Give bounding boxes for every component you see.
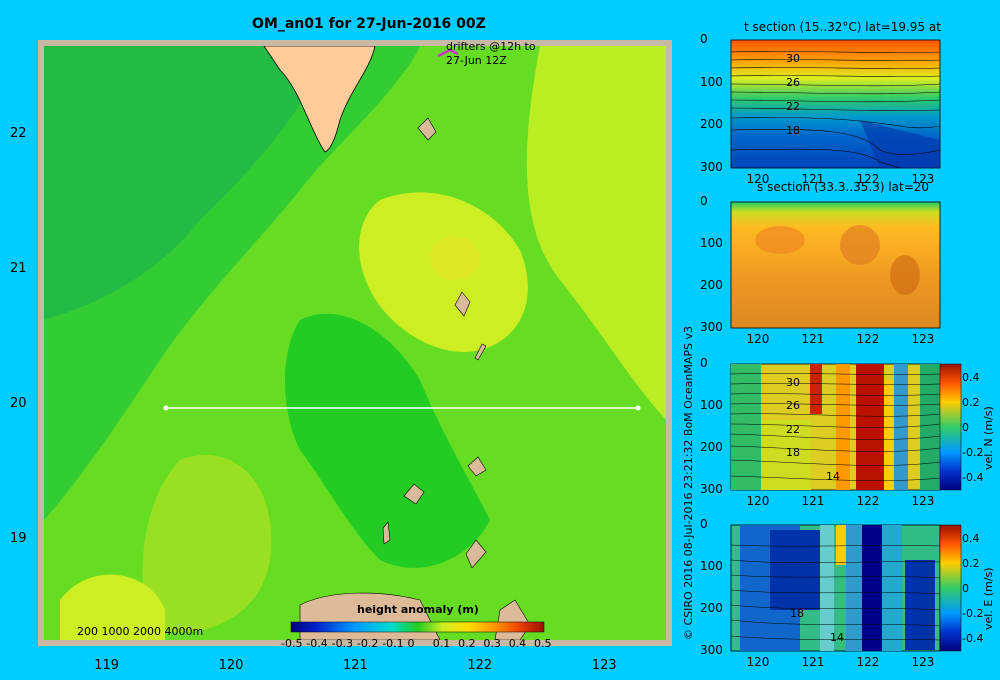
contour-label: 18 [790,607,804,621]
cbar-tick-label: 0.4 [962,531,980,545]
depth-tick-label: 100 [700,398,723,412]
contour-label: 26 [786,76,800,89]
cbar-tick-label: 0 [962,582,969,595]
panel-lon-tick-label: 123 [911,494,935,508]
panel-lon-tick-label: 121 [801,172,825,186]
cbar-tick-label: 0 [962,421,969,434]
vel-n-plot [730,363,962,491]
vel-e-plot [730,524,962,652]
panel-lon-tick-label: 123 [911,655,935,669]
depth-tick-label: 0 [700,356,708,370]
panel-lon-tick-label: 120 [746,332,770,346]
section-panels [730,39,962,652]
depth-tick-label: 0 [700,32,708,46]
t-section-title: t section (15..32°C) lat=19.95 at [744,20,941,34]
cbar-tick-label: -0.2 [962,446,984,460]
cbar-tick-label: 0.2 [962,395,980,409]
depth-tick-label: 200 [700,278,723,292]
panel-lon-tick-label: 120 [746,172,770,186]
contour-label: 18 [786,446,800,460]
vel-n-colorbar [939,363,962,491]
contour-label: 30 [786,52,800,65]
contour-label: 22 [786,100,800,113]
cbar-tick-label: 0.4 [962,370,980,384]
vel-e-colorbar [939,524,962,652]
depth-tick-label: 300 [700,482,723,496]
cbar-tick-label: -0.2 [962,607,984,621]
cbar-tick-label: -0.4 [962,632,984,646]
s-section-plot [730,201,941,329]
cbar-tick-label: -0.4 [962,471,984,485]
contour-label: 18 [786,124,800,137]
depth-tick-label: 0 [700,194,708,208]
panel-lon-tick-label: 121 [801,655,825,669]
depth-tick-label: 100 [700,236,723,250]
panel-lon-tick-label: 123 [911,172,935,186]
panel-lon-tick-label: 121 [801,332,825,346]
contour-label: 14 [826,470,840,483]
contour-label: 26 [786,399,800,413]
panel-lon-tick-label: 122 [856,172,880,186]
vel-e-cbar-label: vel. E (m/s) [982,567,995,630]
depth-tick-label: 200 [700,440,723,454]
panel-lon-tick-label: 122 [856,494,880,508]
panel-lon-tick-label: 122 [856,332,880,346]
contour-label: 14 [830,631,844,644]
s-section-title: s section (33.3..35.3) lat=20 [757,180,930,194]
contour-label: 22 [786,422,800,436]
depth-tick-label: 0 [700,517,708,531]
depth-tick-label: 100 [700,559,723,573]
panel-lon-tick-label: 123 [911,332,935,346]
contour-label: 30 [786,375,800,389]
cbar-tick-label: 0.2 [962,556,980,570]
panel-lon-tick-label: 120 [746,494,770,508]
depth-tick-label: 200 [700,117,723,132]
depth-tick-label: 300 [700,320,723,334]
panel-lon-tick-label: 120 [746,655,770,669]
t-section-plot [730,39,941,169]
depth-tick-label: 300 [700,160,723,174]
panel-lon-tick-label: 121 [801,494,825,508]
panel-lon-tick-label: 122 [856,655,880,669]
depth-tick-label: 300 [700,643,723,657]
depth-tick-label: 100 [700,74,723,89]
depth-tick-label: 200 [700,601,723,615]
vel-n-cbar-label: vel. N (m/s) [982,406,995,470]
